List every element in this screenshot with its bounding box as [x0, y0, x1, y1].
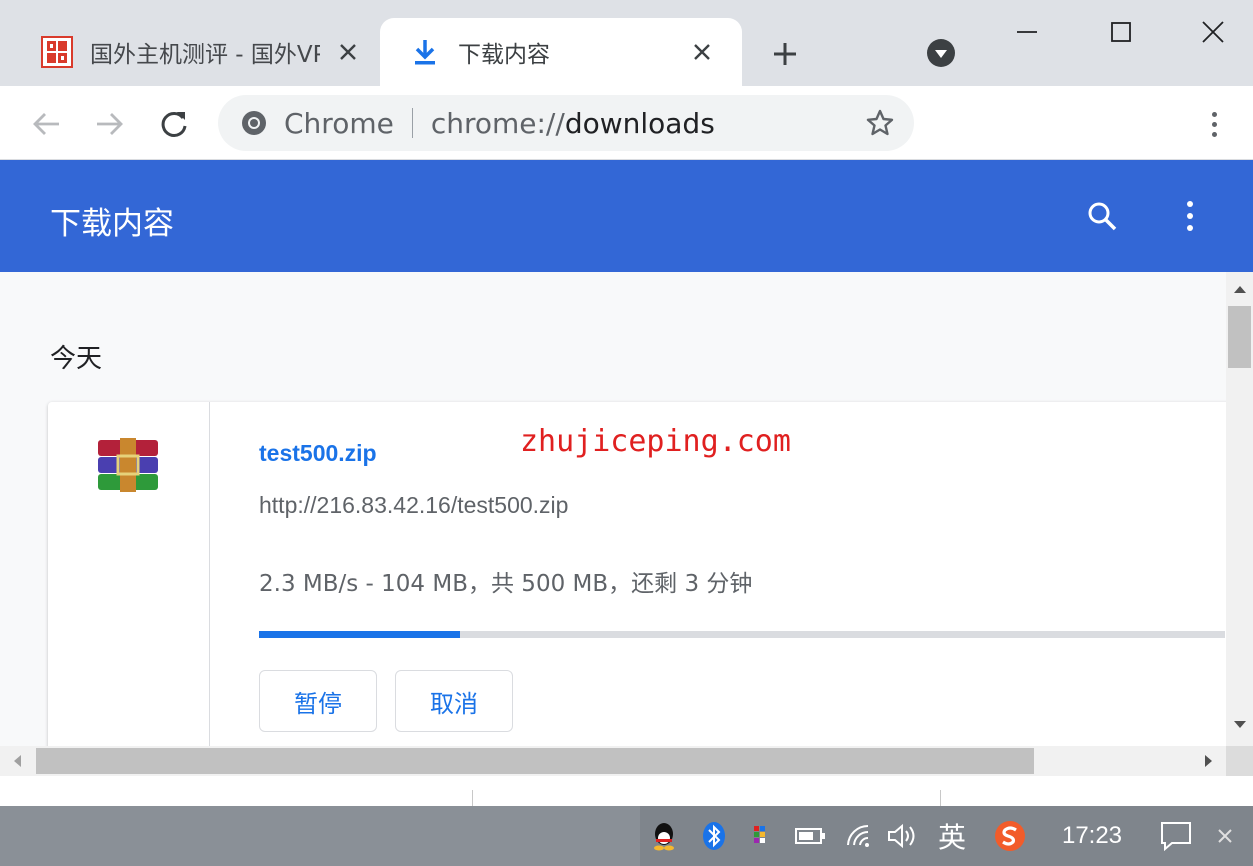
close-icon[interactable]	[688, 38, 716, 66]
vertical-scrollbar-thumb[interactable]	[1228, 306, 1251, 368]
omnibox-divider	[411, 108, 413, 138]
bookmark-star-icon[interactable]	[864, 107, 896, 139]
downloads-menu-button[interactable]	[1172, 196, 1208, 236]
cancel-button[interactable]: 取消	[395, 670, 513, 732]
tab-search-button[interactable]	[922, 34, 960, 72]
notification-center-icon[interactable]	[1156, 818, 1196, 854]
chrome-icon	[240, 109, 268, 137]
qq-icon[interactable]	[648, 818, 680, 854]
menu-dot	[1187, 213, 1193, 219]
downloads-list: 今天 test500.zip http://216.83.42.16/test5…	[0, 272, 1226, 746]
close-icon[interactable]	[1210, 818, 1240, 854]
download-icon	[408, 35, 442, 69]
background-window-strip	[0, 776, 1253, 806]
volume-icon[interactable]	[884, 818, 920, 854]
ime-indicator[interactable]: 英	[932, 818, 972, 854]
browser-toolbar: Chrome chrome://downloads	[0, 86, 1253, 160]
app-tray-icon[interactable]	[746, 818, 778, 854]
sogou-input-icon[interactable]	[990, 818, 1030, 854]
battery-icon[interactable]	[792, 818, 828, 854]
date-group-label: 今天	[50, 344, 103, 374]
scroll-down-arrow-icon[interactable]	[1226, 712, 1253, 738]
minimize-button[interactable]	[1004, 10, 1050, 54]
taskbar-preview-area	[0, 806, 640, 866]
reload-button[interactable]	[154, 104, 194, 144]
back-button[interactable]	[26, 104, 66, 144]
browser-menu-button[interactable]	[1198, 104, 1230, 144]
downloads-header: 下载内容	[0, 160, 1253, 272]
tab-title: 下载内容	[458, 42, 550, 68]
windows-taskbar: 英 17:23	[0, 806, 1253, 866]
vertical-scrollbar[interactable]	[1226, 272, 1253, 746]
url-path: downloads	[564, 106, 715, 140]
page-title: 下载内容	[50, 206, 174, 242]
scrollbar-corner	[1226, 746, 1253, 776]
tab-title: 国外主机测评 - 国外VPS	[90, 42, 320, 68]
file-icon-column	[48, 402, 210, 746]
file-name-link[interactable]: test500.zip	[259, 440, 377, 467]
tab-strip: 国外主机测评 - 国外VPS 下载内容	[0, 0, 1253, 86]
menu-dot	[1211, 121, 1217, 127]
new-tab-button[interactable]	[765, 34, 805, 74]
horizontal-scrollbar-thumb[interactable]	[36, 748, 1034, 774]
url-scheme: chrome://	[430, 106, 565, 140]
download-progress-bar	[259, 631, 1225, 638]
bluetooth-icon[interactable]	[698, 818, 730, 854]
menu-dot	[1211, 131, 1217, 137]
pause-button[interactable]: 暂停	[259, 670, 377, 732]
horizontal-scrollbar[interactable]	[0, 746, 1226, 776]
site-name: Chrome	[284, 106, 394, 140]
file-source-url[interactable]: http://216.83.42.16/test500.zip	[259, 492, 568, 519]
winrar-archive-icon	[96, 438, 160, 494]
site-favicon-icon	[40, 35, 74, 69]
menu-dot	[1187, 201, 1193, 207]
tab-downloads[interactable]: 下载内容	[380, 18, 742, 86]
close-icon[interactable]	[334, 38, 362, 66]
clock[interactable]: 17:23	[1052, 818, 1132, 854]
wifi-icon[interactable]	[842, 818, 878, 854]
scroll-up-arrow-icon[interactable]	[1226, 276, 1253, 302]
scroll-left-arrow-icon[interactable]	[0, 746, 34, 776]
forward-button[interactable]	[90, 104, 130, 144]
search-icon[interactable]	[1082, 196, 1122, 236]
download-status-text: 2.3 MB/s - 104 MB，共 500 MB，还剩 3 分钟	[259, 571, 753, 597]
download-progress-fill	[259, 631, 460, 638]
scroll-right-arrow-icon[interactable]	[1192, 746, 1226, 776]
divider	[940, 790, 941, 806]
url-text[interactable]: chrome://downloads	[431, 107, 715, 140]
divider	[472, 790, 473, 806]
tab-zhujiceping[interactable]: 国外主机测评 - 国外VPS	[0, 18, 378, 86]
watermark-text: zhujiceping.com	[520, 424, 791, 459]
menu-dot	[1187, 225, 1193, 231]
maximize-button[interactable]	[1098, 10, 1144, 54]
address-bar[interactable]: Chrome chrome://downloads	[218, 95, 914, 151]
menu-dot	[1211, 111, 1217, 117]
window-close-button[interactable]	[1190, 10, 1236, 54]
